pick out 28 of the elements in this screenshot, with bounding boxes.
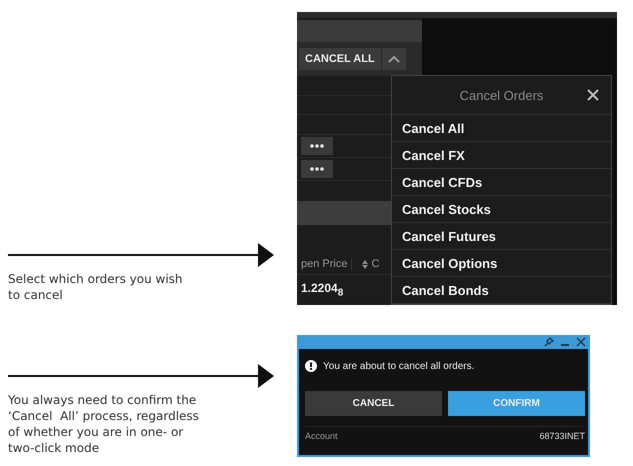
account-number: 68733INET [539, 431, 585, 441]
caret-button[interactable] [382, 48, 406, 70]
menu-item[interactable]: Cancel Futures [392, 223, 611, 250]
menu-item[interactable]: Cancel FX [392, 142, 611, 169]
close-icon[interactable] [576, 337, 586, 347]
caption: Select which orders you wish to cancel [8, 271, 184, 303]
cancel-button[interactable]: CANCEL [305, 391, 442, 416]
close-icon[interactable] [587, 89, 599, 101]
pin-icon[interactable] [544, 337, 554, 347]
more-button[interactable] [301, 160, 333, 178]
menu-item[interactable]: Cancel All [392, 115, 611, 142]
menu-title: Cancel Orders [460, 88, 544, 102]
column-header[interactable]: pen Price [297, 258, 352, 270]
cancel-all-button[interactable]: CANCEL ALL [299, 48, 381, 70]
more-icon [310, 144, 324, 148]
table-cell: 1.2204$_{8}$ [301, 281, 344, 299]
menu-item[interactable]: Cancel Options [392, 250, 611, 277]
alert-icon [305, 360, 317, 372]
caret-icon [388, 54, 400, 63]
menu-item[interactable]: Cancel CFDs [392, 169, 611, 196]
column-header[interactable]: C [351, 258, 384, 270]
caption: You always need to confirm the ‘Cancel All’ process, regardless of whether you are in one- or two-click mode [8, 392, 200, 456]
more-button[interactable] [301, 137, 333, 156]
menu-item[interactable]: Cancel Stocks [392, 196, 611, 223]
more-icon [310, 166, 324, 171]
message-text: You are about to cancel all orders. [323, 360, 474, 372]
menu-item[interactable]: Cancel Bonds [392, 277, 611, 304]
account-label: Account [305, 431, 338, 441]
